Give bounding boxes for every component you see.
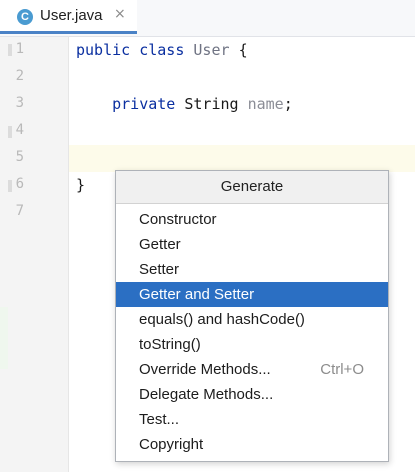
- line-number-5: 5: [15, 149, 24, 165]
- menu-item-test[interactable]: Test...: [116, 407, 388, 432]
- editor-tab-bar: C User.java ×: [0, 0, 415, 37]
- line-number-4: 4: [15, 122, 24, 138]
- code-line-1: public class User {: [76, 41, 248, 59]
- line-number-gutter: 1 2 3 4 5 6 7: [0, 37, 69, 472]
- code-line-6: }: [76, 176, 85, 194]
- semicolon: ;: [283, 95, 293, 113]
- caret-line-highlight: [69, 145, 415, 172]
- shortcut-hint: Ctrl+O: [320, 361, 364, 378]
- menu-item-label: Test...: [139, 411, 180, 428]
- close-icon[interactable]: ×: [114, 6, 126, 22]
- menu-item-equals-hashcode[interactable]: equals() and hashCode(): [116, 307, 388, 332]
- line-number-1: 1: [15, 41, 24, 57]
- code-line-3: private String name;: [76, 95, 293, 113]
- menu-item-tostring[interactable]: toString(): [116, 332, 388, 357]
- menu-item-label: Override Methods...: [139, 361, 271, 378]
- keyword-private: private: [112, 95, 176, 113]
- line-number-6: 6: [15, 176, 24, 192]
- fold-marker[interactable]: [8, 180, 12, 192]
- fold-marker[interactable]: [8, 44, 12, 56]
- menu-item-label: equals() and hashCode(): [139, 311, 305, 328]
- close-brace: }: [76, 176, 86, 194]
- menu-item-label: Delegate Methods...: [139, 386, 274, 403]
- menu-item-label: Constructor: [139, 211, 217, 228]
- java-class-icon: C: [17, 9, 33, 25]
- generate-menu-list: Constructor Getter Setter Getter and Set…: [116, 207, 388, 457]
- menu-item-getter[interactable]: Getter: [116, 232, 388, 257]
- generate-popup: Generate Constructor Getter Setter Gette…: [115, 170, 389, 462]
- menu-item-label: Setter: [139, 261, 180, 278]
- tab-label: User.java: [40, 7, 103, 24]
- line-number-7: 7: [15, 203, 24, 219]
- change-marker: [0, 307, 8, 369]
- type-name: String: [184, 95, 239, 113]
- menu-item-setter[interactable]: Setter: [116, 257, 388, 282]
- fold-marker[interactable]: [8, 126, 12, 138]
- popup-title: Generate: [116, 171, 388, 204]
- menu-item-getter-and-setter[interactable]: Getter and Setter: [116, 282, 388, 307]
- keyword-class: class: [139, 41, 185, 59]
- line-number-2: 2: [15, 68, 24, 84]
- tab-user-java[interactable]: C User.java ×: [0, 0, 137, 34]
- keyword-public: public: [76, 41, 131, 59]
- class-name: User: [193, 41, 230, 59]
- line-number-3: 3: [15, 95, 24, 111]
- menu-item-label: Copyright: [139, 436, 204, 453]
- menu-item-copyright[interactable]: Copyright: [116, 432, 388, 457]
- menu-item-override-methods[interactable]: Override Methods... Ctrl+O: [116, 357, 388, 382]
- menu-item-delegate-methods[interactable]: Delegate Methods...: [116, 382, 388, 407]
- field-name: name: [247, 95, 284, 113]
- menu-item-constructor[interactable]: Constructor: [116, 207, 388, 232]
- open-brace: {: [238, 41, 248, 59]
- menu-item-label: Getter: [139, 236, 181, 253]
- menu-item-label: toString(): [139, 336, 201, 353]
- menu-item-label: Getter and Setter: [139, 286, 255, 303]
